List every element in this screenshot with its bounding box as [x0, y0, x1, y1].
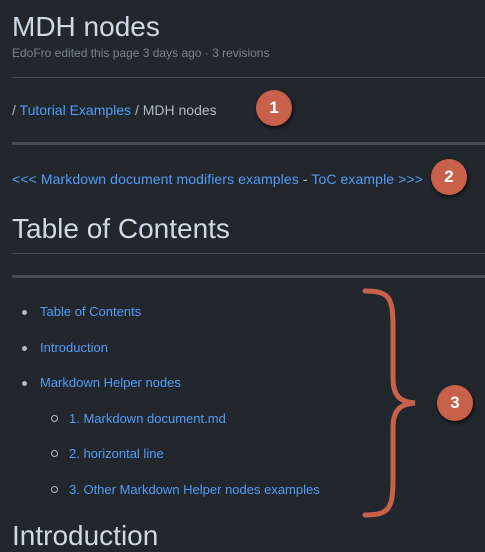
bullet-icon — [22, 381, 27, 387]
breadcrumb-current: MDH nodes — [142, 102, 217, 118]
introduction-heading: Introduction — [12, 520, 159, 551]
circle-bullet-icon — [51, 450, 58, 458]
divider — [12, 253, 485, 254]
breadcrumb-separator: / — [12, 102, 20, 118]
annotation-badge-2: 2 — [431, 159, 467, 195]
page-title: MDH nodes — [12, 11, 160, 42]
divider — [12, 275, 485, 278]
breadcrumb-separator: / — [131, 102, 143, 118]
toc-link-horizontal-line[interactable]: 2. horizontal line — [69, 438, 164, 470]
toc-link-table-of-contents[interactable]: Table of Contents — [40, 296, 141, 328]
toc-heading: Table of Contents — [12, 213, 230, 244]
annotation-badge-3: 3 — [437, 385, 473, 421]
toc-link-markdown-helper-nodes[interactable]: Markdown Helper nodes — [40, 367, 181, 399]
curly-brace-annotation — [362, 288, 416, 518]
bullet-icon — [22, 310, 27, 315]
toc-link-markdown-document[interactable]: 1. Markdown document.md — [69, 403, 226, 435]
breadcrumb-link-tutorial-examples[interactable]: Tutorial Examples — [20, 102, 132, 118]
circle-bullet-icon — [51, 414, 58, 422]
prev-next-nav: <<< Markdown document modifiers examples… — [12, 171, 423, 187]
page-meta: EdoFro edited this page 3 days ago · 3 r… — [12, 46, 270, 60]
circle-bullet-icon — [51, 485, 58, 493]
divider — [12, 142, 485, 145]
toc-link-introduction[interactable]: Introduction — [40, 332, 108, 364]
nav-separator: - — [298, 171, 312, 187]
breadcrumb: / Tutorial Examples / MDH nodes — [12, 102, 217, 118]
bullet-icon — [22, 345, 27, 351]
prev-page-link[interactable]: <<< Markdown document modifiers examples — [12, 171, 299, 187]
toc-link-other-markdown-helper-nodes-examples[interactable]: 3. Other Markdown Helper nodes examples — [69, 474, 320, 506]
divider — [12, 77, 485, 78]
annotation-badge-1: 1 — [256, 90, 292, 126]
next-page-link[interactable]: ToC example >>> — [311, 171, 423, 187]
